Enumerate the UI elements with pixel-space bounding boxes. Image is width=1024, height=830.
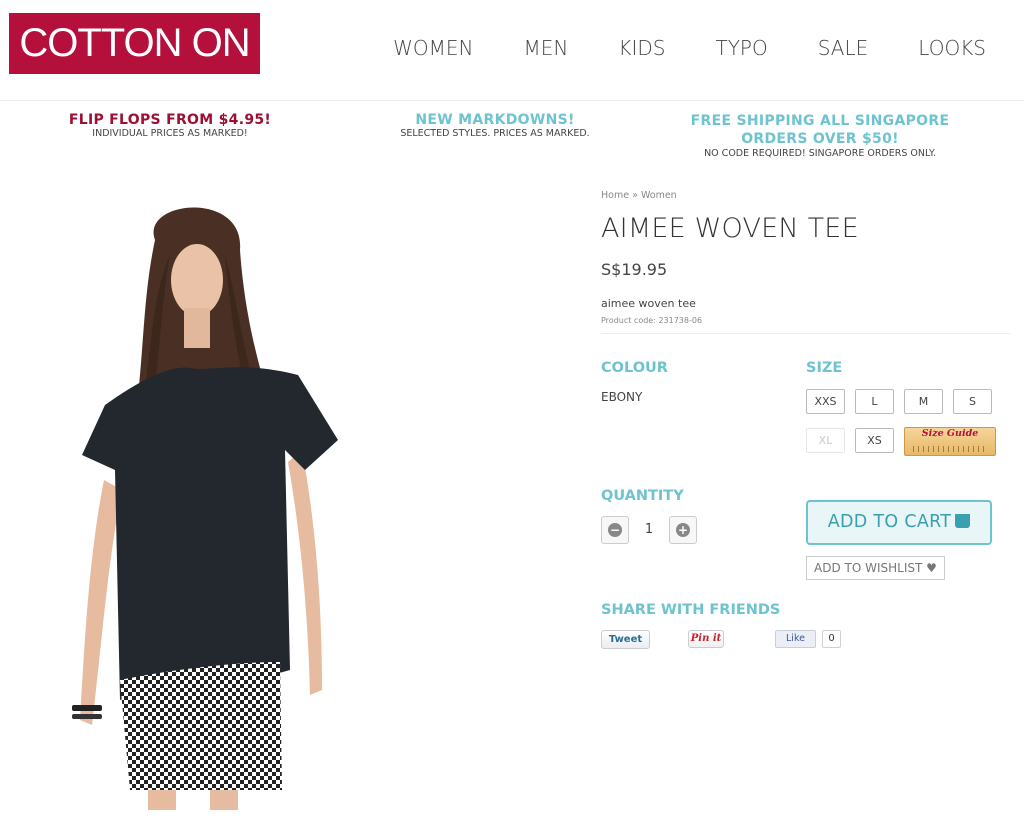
product-price: S$19.95 [601,260,668,279]
size-guide-label: Size Guide [921,428,979,439]
promo-headline-line2: ORDERS OVER $50! [741,131,899,147]
promo-headline: NEW MARKDOWNS! [415,112,575,128]
product-code: Product code: 231738-06 [601,316,703,325]
add-to-cart-button[interactable]: ADD TO CART [806,500,992,545]
colour-section: COLOUR EBONY [601,360,668,404]
breadcrumb-current[interactable]: Women [641,190,677,201]
quantity-heading: QUANTITY [601,488,684,504]
quantity-increase-button[interactable]: + [669,516,697,544]
size-section: SIZE [806,360,842,376]
size-heading: SIZE [806,360,843,376]
quantity-stepper: − 1 + [601,516,697,544]
quantity-section: QUANTITY [601,488,684,504]
shopping-bag-icon [955,514,971,528]
promo-subtext: SELECTED STYLES. PRICES AS MARKED. [400,128,590,139]
promo-subtext: INDIVIDUAL PRICES AS MARKED! [92,128,248,139]
size-option-l[interactable]: L [855,389,894,414]
promo-headline: FLIP FLOPS FROM $4.95! [68,112,272,128]
quantity-decrease-button[interactable]: − [601,516,629,544]
promo-headline: FREE SHIPPING ALL SINGAPORE [690,113,950,129]
nav-typo[interactable]: TYPO [715,36,767,60]
share-section: SHARE WITH FRIENDS [601,602,780,618]
breadcrumb-separator: » [632,190,638,201]
facebook-like-count: 0 [822,630,841,648]
nav-kids[interactable]: KIDS [618,36,665,60]
product-details: Home » Women AIMEE WOVEN TEE S$19.95 aim… [601,190,1011,649]
product-image[interactable] [60,200,360,810]
tweet-button[interactable]: Tweet [601,630,650,649]
nav-women[interactable]: WOMEN [393,36,473,60]
colour-heading: COLOUR [601,360,668,376]
size-option-m[interactable]: M [904,389,943,414]
breadcrumb-home[interactable]: Home [601,190,629,201]
size-option-xxs[interactable]: XXS [806,389,845,414]
quantity-input[interactable]: 1 [631,516,667,544]
add-to-cart-label: ADD TO CART [827,512,952,532]
product-description: aimee woven tee [601,297,696,310]
promo-free-shipping[interactable]: FREE SHIPPING ALL SINGAPORE ORDERS OVER … [670,112,970,159]
facebook-like-button[interactable]: Like [775,630,816,648]
promo-bar: FLIP FLOPS FROM $4.95! INDIVIDUAL PRICES… [0,100,1024,173]
size-option-xl: XL [806,428,845,453]
promo-flip-flops[interactable]: FLIP FLOPS FROM $4.95! INDIVIDUAL PRICES… [40,112,300,139]
promo-markdowns[interactable]: NEW MARKDOWNS! SELECTED STYLES. PRICES A… [380,112,610,139]
product-title: AIMEE WOVEN TEE [601,213,859,244]
size-guide-button[interactable]: Size Guide [904,427,996,456]
nav-sale[interactable]: SALE [818,36,869,60]
share-buttons: Tweet Pin it Like 0 [601,630,861,650]
main-nav: WOMEN MEN KIDS TYPO SALE LOOKS [343,36,986,60]
pinterest-button[interactable]: Pin it [688,630,724,648]
size-option-s[interactable]: S [953,389,992,414]
breadcrumb: Home » Women [601,190,1011,201]
size-option-xs[interactable]: XS [855,428,894,453]
plus-icon: + [676,523,690,537]
ruler-icon [913,446,987,452]
share-heading: SHARE WITH FRIENDS [601,602,781,618]
colour-value: EBONY [601,390,643,404]
nav-looks[interactable]: LOOKS [918,36,986,60]
divider [601,333,1011,334]
cotton-on-logo[interactable]: COTTON ON [9,13,260,74]
minus-icon: − [608,523,622,537]
nav-men[interactable]: MEN [524,36,569,60]
promo-subtext: NO CODE REQUIRED! SINGAPORE ORDERS ONLY. [704,148,936,159]
add-to-wishlist-button[interactable]: ADD TO WISHLIST ♥ [806,556,945,580]
